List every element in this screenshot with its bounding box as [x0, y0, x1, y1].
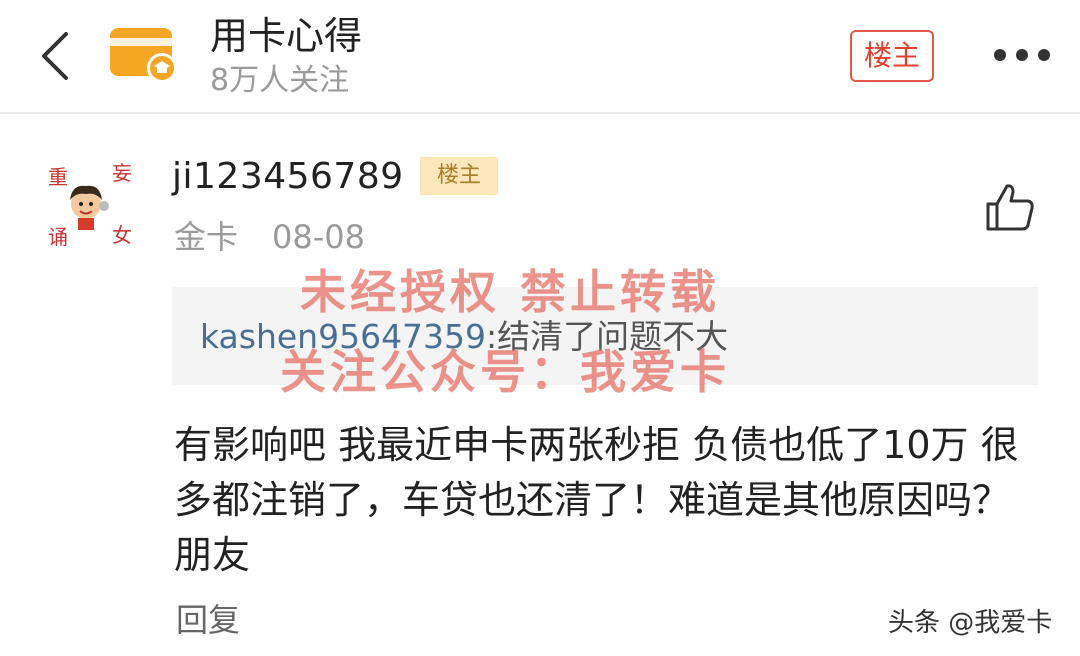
avatar-char: 重: [48, 165, 68, 189]
username[interactable]: ji123456789: [172, 154, 404, 200]
forum-title: 用卡心得: [210, 14, 363, 58]
reply-button[interactable]: 回复: [176, 598, 240, 642]
thumbs-up-icon[interactable]: [984, 182, 1036, 232]
forum-card-icon[interactable]: [110, 24, 180, 86]
user-level: 金卡: [174, 218, 239, 256]
owner-only-button[interactable]: 楼主: [850, 30, 934, 82]
owner-badge: 楼主: [420, 157, 498, 195]
post-content: 有影响吧 我最近申卡两张秒拒 负债也低了10万 很多都注销了，车贷也还清了！难道…: [174, 423, 1019, 577]
more-icon[interactable]: [990, 44, 1054, 66]
chevron-left-icon[interactable]: [36, 30, 76, 82]
avatar-char: 妄: [112, 161, 132, 185]
watermark-line: 未经授权 禁止转载: [300, 265, 721, 319]
avatar-char: 诵: [48, 225, 68, 249]
avatar-char: 女: [112, 223, 132, 247]
post-date: 08-08: [272, 218, 365, 256]
follower-count: 8万人关注: [210, 63, 350, 98]
source-attribution: 头条 @我爱卡: [888, 608, 1053, 638]
top-bar: 用卡心得 8万人关注 楼主: [0, 0, 1080, 114]
watermark-line: 关注公众号：我爱卡: [280, 345, 730, 399]
avatar[interactable]: 重 妄 诵 女: [40, 150, 140, 250]
